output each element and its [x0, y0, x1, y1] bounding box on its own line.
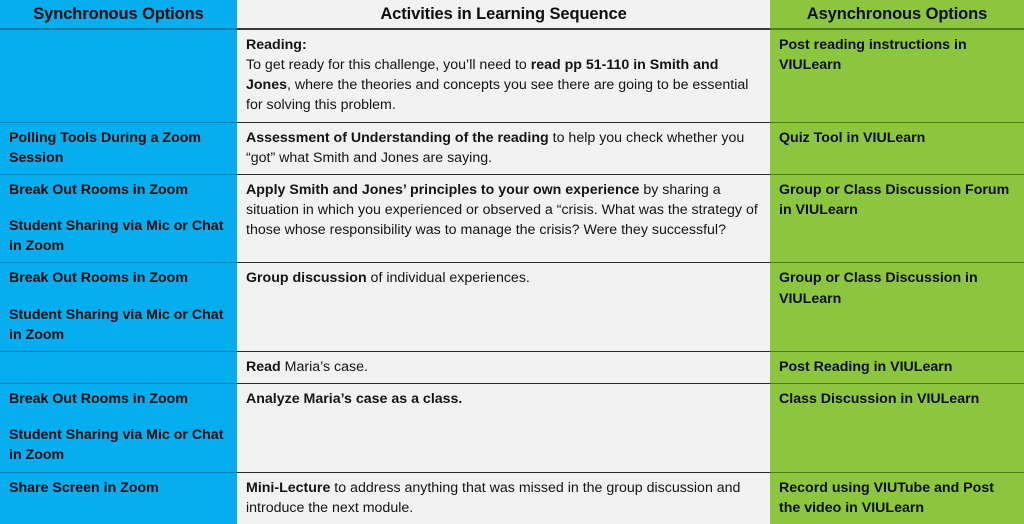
cell-asynchronous: Post Reading in VIULearn: [770, 351, 1024, 385]
synchronous-option-secondary: Student Sharing via Mic or Chat in Zoom: [9, 218, 224, 255]
activity-lead-label: Reading:: [246, 37, 307, 53]
cell-activity: Group discussion of individual experienc…: [237, 262, 770, 352]
cell-synchronous: Break Out Rooms in Zoom Student Sharing v…: [0, 383, 237, 473]
asynchronous-option: Post reading instructions in VIULearn: [779, 37, 967, 74]
cell-synchronous: Polling Tools During a Zoom Session: [0, 122, 237, 175]
table-row: Break Out Rooms in Zoom Student Sharing v…: [0, 174, 1024, 264]
cell-activity: Apply Smith and Jones’ principles to you…: [237, 174, 770, 264]
cell-synchronous: [0, 29, 237, 123]
activity-description: Read Maria’s case.: [246, 357, 761, 377]
activity-text-emphasis: Group discussion: [246, 270, 367, 287]
activity-text-emphasis: Mini-Lecture: [246, 479, 331, 496]
table-row: Break Out Rooms in Zoom Student Sharing v…: [0, 262, 1024, 352]
cell-activity: Assessment of Understanding of the readi…: [237, 122, 770, 175]
table-row: Share Screen in Zoom Mini-Lecture to addr…: [0, 472, 1024, 524]
asynchronous-option: Group or Class Discussion in VIULearn: [779, 270, 978, 307]
asynchronous-option: Group or Class Discussion Forum in VIULe…: [779, 181, 1010, 219]
activity-text-post: Maria’s case.: [280, 358, 368, 375]
synchronous-option-primary: Break Out Rooms in Zoom: [9, 391, 188, 408]
table-body: Reading: To get ready for this challenge,…: [0, 29, 1024, 524]
cell-asynchronous: Record using VIUTube and Post the video …: [770, 472, 1024, 524]
header-row: Synchronous Options Activities in Learni…: [0, 0, 1024, 30]
activity-description: Apply Smith and Jones’ principles to you…: [246, 180, 761, 240]
activity-description: To get ready for this challenge, you’ll …: [246, 55, 761, 115]
activity-description: Mini-Lecture to address anything that wa…: [246, 478, 761, 518]
cell-activity: Mini-Lecture to address anything that wa…: [237, 472, 770, 524]
asynchronous-option: Quiz Tool in VIULearn: [779, 129, 926, 146]
synchronous-option-secondary: Student Sharing via Mic or Chat in Zoom: [9, 306, 224, 343]
activity-text-post: , where the theories and concepts you se…: [246, 77, 749, 114]
cell-asynchronous: Quiz Tool in VIULearn: [770, 122, 1024, 175]
learning-sequence-table: Synchronous Options Activities in Learni…: [0, 0, 1024, 524]
asynchronous-option: Post Reading in VIULearn: [779, 358, 953, 375]
cell-asynchronous: Group or Class Discussion Forum in VIULe…: [770, 174, 1024, 264]
cell-asynchronous: Post reading instructions in VIULearn: [770, 29, 1024, 123]
asynchronous-option: Class Discussion in VIULearn: [779, 391, 980, 408]
table-header: Synchronous Options Activities in Learni…: [0, 0, 1024, 30]
cell-activity: Read Maria’s case.: [237, 351, 770, 385]
activity-text-emphasis: Apply Smith and Jones’ principles to you…: [246, 181, 640, 198]
activity-description: Analyze Maria’s case as a class.: [246, 389, 761, 409]
cell-synchronous: Break Out Rooms in Zoom Student Sharing v…: [0, 262, 237, 352]
column-header-synchronous: Synchronous Options: [0, 0, 237, 30]
cell-synchronous: Break Out Rooms in Zoom Student Sharing v…: [0, 174, 237, 264]
column-header-asynchronous: Asynchronous Options: [770, 0, 1024, 30]
table-row: Read Maria’s case. Post Reading in VIULea…: [0, 351, 1024, 385]
activity-text-emphasis: Read: [246, 358, 281, 375]
synchronous-option-primary: Break Out Rooms in Zoom: [9, 181, 188, 198]
activity-text-post: of individual experiences.: [366, 270, 530, 287]
cell-synchronous: Share Screen in Zoom: [0, 472, 237, 524]
activity-description: Assessment of Understanding of the readi…: [246, 128, 761, 168]
activity-text-emphasis: Assessment of Understanding of the readi…: [246, 129, 549, 146]
activity-description: Group discussion of individual experienc…: [246, 268, 761, 288]
synchronous-option-primary: Polling Tools During a Zoom Session: [9, 129, 202, 166]
cell-synchronous: [0, 351, 237, 385]
table-row: Break Out Rooms in Zoom Student Sharing v…: [0, 383, 1024, 473]
activity-text-pre: To get ready for this challenge, you’ll …: [246, 57, 531, 74]
cell-asynchronous: Group or Class Discussion in VIULearn: [770, 262, 1024, 352]
asynchronous-option: Record using VIUTube and Post the video …: [779, 479, 994, 516]
cell-activity: Analyze Maria’s case as a class.: [237, 383, 770, 473]
activity-text-emphasis: Analyze Maria’s case as a class.: [246, 391, 463, 408]
column-header-activities: Activities in Learning Sequence: [237, 0, 770, 30]
synchronous-option-secondary: Student Sharing via Mic or Chat in Zoom: [9, 427, 224, 464]
cell-activity: Reading: To get ready for this challenge,…: [237, 29, 770, 123]
table-row: Polling Tools During a Zoom Session Asses…: [0, 122, 1024, 175]
synchronous-option-primary: Share Screen in Zoom: [9, 479, 159, 496]
synchronous-option-primary: Break Out Rooms in Zoom: [9, 270, 188, 287]
table-row: Reading: To get ready for this challenge,…: [0, 29, 1024, 123]
cell-asynchronous: Class Discussion in VIULearn: [770, 383, 1024, 473]
